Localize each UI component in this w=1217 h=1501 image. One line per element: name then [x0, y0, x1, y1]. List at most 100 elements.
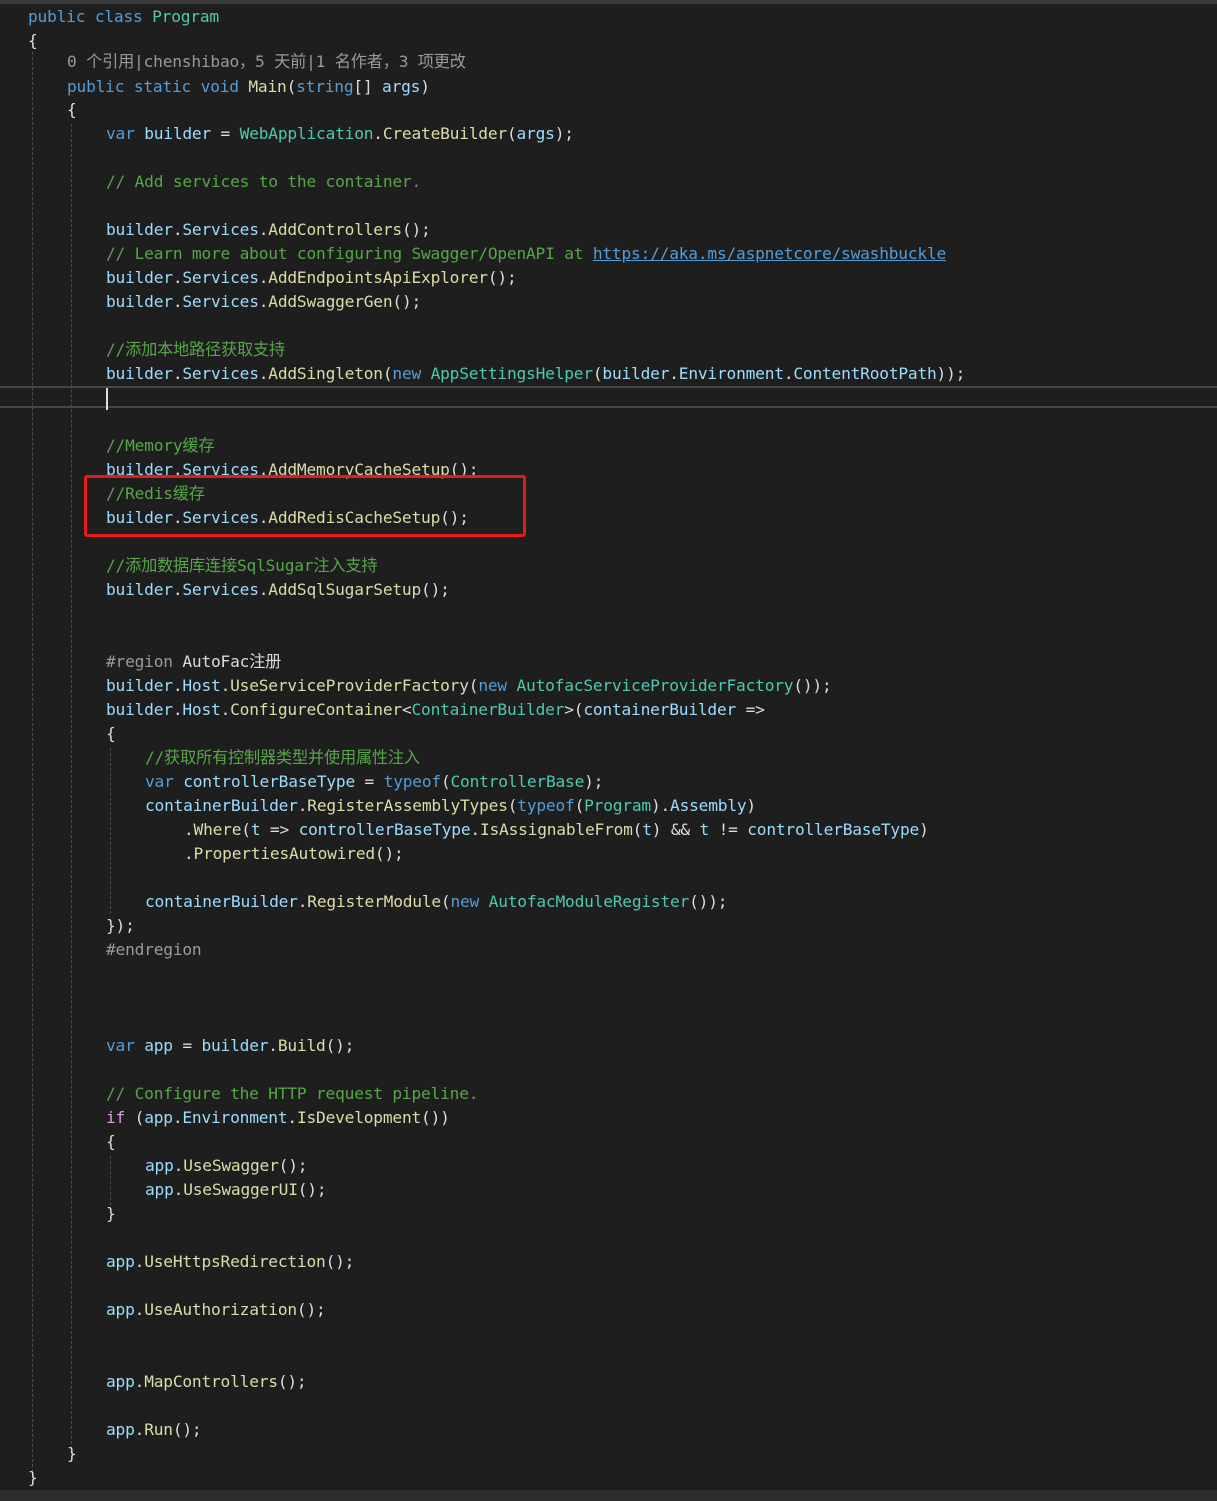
code-line[interactable]: builder.Services.AddControllers();	[106, 218, 431, 242]
code-line[interactable]: var controllerBaseType = typeof(Controll…	[145, 770, 603, 794]
code-token: ();	[172, 1420, 202, 1439]
code-token: WebApplication	[239, 124, 374, 143]
code-token: .	[268, 1036, 278, 1055]
code-line[interactable]: .Where(t => controllerBaseType.IsAssigna…	[184, 818, 929, 842]
code-token: Services	[182, 580, 259, 599]
code-token: Services	[182, 220, 259, 239]
code-line[interactable]: containerBuilder.RegisterModule(new Auto…	[145, 890, 728, 914]
code-token: .	[134, 1252, 145, 1271]
code-line[interactable]: app.UseAuthorization();	[106, 1298, 326, 1322]
code-token: typeof	[383, 772, 441, 791]
code-token: AutofacModuleRegister	[488, 892, 690, 911]
code-line[interactable]: #region AutoFac注册	[106, 650, 281, 674]
code-line[interactable]: {	[106, 1130, 116, 1154]
code-line[interactable]: {	[28, 29, 38, 53]
code-line[interactable]: var app = builder.Build();	[106, 1034, 354, 1058]
code-token: Host	[182, 700, 221, 719]
code-token: ControllerBase	[450, 772, 585, 791]
code-token: Host	[182, 676, 221, 695]
code-token: UseHttpsRedirection	[144, 1252, 326, 1271]
code-line[interactable]: // Configure the HTTP request pipeline.	[106, 1082, 478, 1106]
code-line[interactable]: {	[106, 722, 116, 746]
code-token: .	[297, 796, 308, 815]
code-token: ();	[297, 1180, 327, 1199]
code-token: }	[28, 1468, 38, 1487]
code-token: AppSettingsHelper	[430, 364, 593, 383]
code-line[interactable]: });	[106, 914, 135, 938]
code-token: Program	[152, 7, 219, 26]
main-method-signature[interactable]: public static void Main(string[] args)	[67, 75, 430, 99]
code-token: controllerBaseType	[298, 820, 471, 839]
code-line[interactable]: //Memory缓存	[106, 434, 215, 458]
code-token: .	[172, 1108, 183, 1127]
code-token: var	[106, 1036, 135, 1055]
redis-annotation-box	[84, 475, 526, 537]
code-line[interactable]: app.Run();	[106, 1418, 202, 1442]
code-token: builder	[106, 268, 173, 287]
code-token: Main	[248, 77, 287, 96]
code-token: ();	[277, 1372, 307, 1391]
code-line[interactable]: // Learn more about configuring Swagger/…	[106, 242, 946, 266]
code-token: IsDevelopment	[296, 1108, 422, 1127]
code-line[interactable]: builder.Services.AddSingleton(new AppSet…	[106, 362, 965, 386]
code-line[interactable]: if (app.Environment.IsDevelopment())	[106, 1106, 450, 1130]
code-token: UseSwaggerUI	[183, 1180, 298, 1199]
code-line[interactable]: var builder = WebApplication.CreateBuild…	[106, 122, 574, 146]
code-line[interactable]: builder.Services.AddEndpointsApiExplorer…	[106, 266, 517, 290]
code-line[interactable]: builder.Services.AddSwaggerGen();	[106, 290, 421, 314]
code-line[interactable]: //添加本地路径获取支持	[106, 338, 285, 362]
code-line[interactable]: builder.Services.AddSqlSugarSetup();	[106, 578, 450, 602]
code-token: ();	[325, 1036, 355, 1055]
code-token: void	[200, 77, 239, 96]
current-line-highlight	[0, 386, 1217, 408]
code-line[interactable]: }	[106, 1202, 116, 1226]
doc-link[interactable]: https://aka.ms/aspnetcore/swashbuckle	[593, 244, 946, 263]
code-line[interactable]: // Add services to the container.	[106, 170, 421, 194]
code-token: t	[642, 820, 652, 839]
code-token: )	[420, 77, 430, 96]
code-line[interactable]: public class Program	[28, 5, 219, 29]
code-line[interactable]: builder.Host.UseServiceProviderFactory(n…	[106, 674, 832, 698]
code-token: .	[172, 268, 183, 287]
indent-guide	[71, 124, 72, 1454]
code-token: .	[184, 844, 194, 863]
code-editor[interactable]: public class Program {0 个引用|chenshibao，5 …	[0, 0, 1217, 1501]
code-line[interactable]: {	[67, 98, 77, 122]
code-line[interactable]: #endregion	[106, 938, 202, 962]
code-token: // Learn more about configuring Swagger/…	[106, 244, 593, 263]
code-token: .	[373, 124, 383, 143]
code-line[interactable]: }	[28, 1466, 38, 1490]
code-token: ());	[689, 892, 728, 911]
code-token: .	[134, 1372, 145, 1391]
codelens-info[interactable]: 0 个引用|chenshibao，5 天前|1 名作者，3 项更改	[67, 50, 466, 74]
code-token: builder	[106, 220, 173, 239]
code-token: app	[106, 1420, 135, 1439]
code-line[interactable]: app.MapControllers();	[106, 1370, 307, 1394]
code-token: AutofacServiceProviderFactory	[516, 676, 794, 695]
code-token: ();	[296, 1300, 326, 1319]
code-token: =>	[260, 820, 299, 839]
code-line[interactable]: app.UseSwaggerUI();	[145, 1178, 327, 1202]
code-line[interactable]: app.UseHttpsRedirection();	[106, 1250, 354, 1274]
code-line[interactable]: .PropertiesAutowired();	[184, 842, 404, 866]
code-line[interactable]: }	[67, 1442, 77, 1466]
code-token: #region	[106, 652, 173, 671]
code-token: AddEndpointsApiExplorer	[268, 268, 488, 287]
code-token: 0 个引用|chenshibao，5 天前|1 名作者，3 项更改	[67, 52, 466, 71]
code-line[interactable]: //获取所有控制器类型并使用属性注入	[145, 746, 420, 770]
code-token: containerBuilder	[145, 892, 298, 911]
code-token: });	[106, 916, 135, 935]
code-line[interactable]: containerBuilder.RegisterAssemblyTypes(t…	[145, 794, 756, 818]
code-token: builder	[144, 124, 212, 143]
code-line[interactable]: builder.Host.ConfigureContainer<Containe…	[106, 698, 765, 722]
code-token: .	[258, 292, 269, 311]
code-token: .	[184, 820, 194, 839]
code-token: AddSqlSugarSetup	[268, 580, 422, 599]
code-line[interactable]: app.UseSwagger();	[145, 1154, 307, 1178]
code-token: Program	[584, 796, 651, 815]
code-line[interactable]: //添加数据库连接SqlSugar注入支持	[106, 554, 378, 578]
code-token: (	[506, 124, 517, 143]
